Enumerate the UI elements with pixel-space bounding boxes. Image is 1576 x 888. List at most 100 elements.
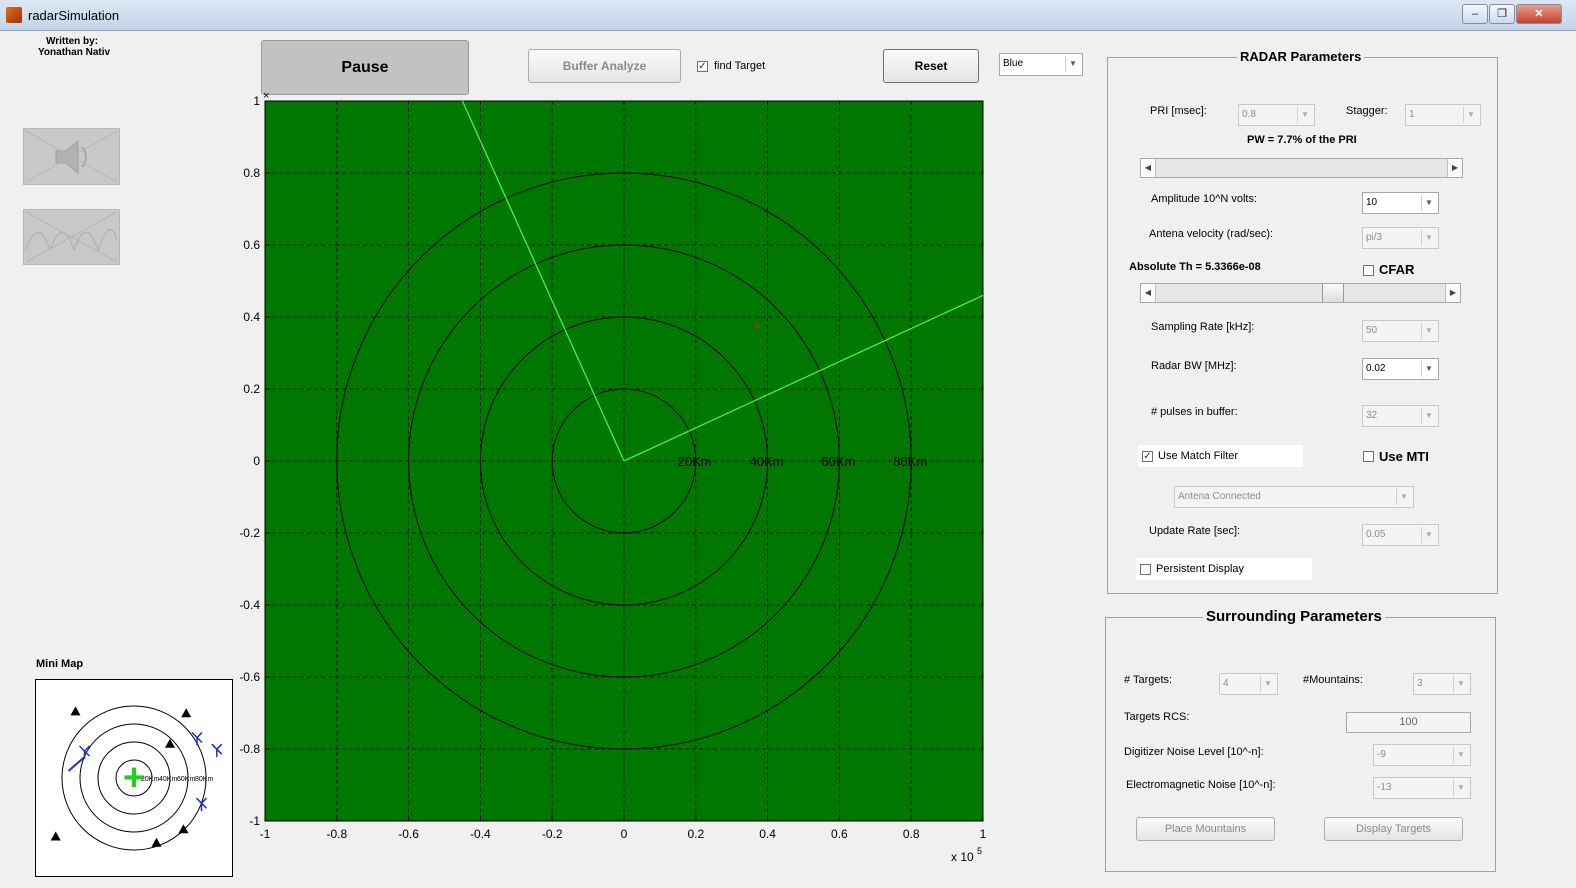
antenna-mode-select[interactable]: Antena Connected ▼ bbox=[1174, 486, 1414, 508]
y-tick-label: 0.4 bbox=[243, 310, 260, 324]
check-mark-icon: ✓ bbox=[698, 61, 707, 72]
chevron-down-icon: ▼ bbox=[1421, 361, 1436, 377]
close-button[interactable]: ✕ bbox=[1516, 4, 1562, 24]
cfar-label: CFAR bbox=[1379, 262, 1415, 277]
x-multiplier-label: x 10 bbox=[951, 850, 974, 864]
y-tick-label: -1 bbox=[249, 814, 260, 828]
slider-right-arrow-icon[interactable]: ▶ bbox=[1447, 159, 1462, 177]
pw-slider[interactable]: ◀ ▶ bbox=[1140, 158, 1463, 178]
x-tick-label: -0.2 bbox=[542, 827, 563, 841]
check-mark-icon: ✓ bbox=[1143, 451, 1152, 462]
signal-off-icon bbox=[25, 211, 118, 263]
y-tick-label: 1 bbox=[253, 94, 260, 108]
mountains-count-label: #Mountains: bbox=[1303, 674, 1363, 686]
update-rate-label: Update Rate [sec]: bbox=[1149, 525, 1241, 537]
x-tick-label: 0 bbox=[621, 827, 628, 841]
antenna-velocity-select[interactable]: pi/3 ▼ bbox=[1362, 227, 1439, 249]
pri-select[interactable]: 0.8 ▼ bbox=[1238, 104, 1315, 126]
slider-left-arrow-icon[interactable]: ◀ bbox=[1141, 159, 1156, 177]
antenna-velocity-label: Antena velocity (rad/sec): bbox=[1149, 228, 1274, 240]
mountains-count-select[interactable]: 3 ▼ bbox=[1413, 673, 1471, 695]
targets-count-select[interactable]: 4 ▼ bbox=[1219, 673, 1278, 695]
absolute-threshold-text: Absolute Th = 5.3366e-08 bbox=[1129, 261, 1261, 273]
find-target-checkbox[interactable]: ✓ bbox=[697, 61, 708, 72]
threshold-slider-thumb[interactable] bbox=[1321, 284, 1344, 302]
y-tick-label: -0.4 bbox=[239, 598, 260, 612]
y-tick-label: -0.8 bbox=[239, 742, 260, 756]
x-tick-label: 0.4 bbox=[759, 827, 776, 841]
range-ring-label: 40Km bbox=[750, 454, 784, 469]
radar-plot[interactable]: 20Km 40Km 60Km 80Km * × -1 -0.8 -0.6 -0.4 -0.2 0 0.2… bbox=[208, 91, 998, 873]
chevron-down-icon: ▼ bbox=[1453, 780, 1468, 796]
range-ring-label: 60Km bbox=[821, 454, 855, 469]
mti-label: Use MTI bbox=[1379, 449, 1429, 464]
target-marker: * bbox=[755, 321, 760, 335]
match-filter-checkbox[interactable]: ✓ bbox=[1142, 451, 1153, 462]
amplitude-label: Amplitude 10^N volts: bbox=[1151, 193, 1258, 205]
window-titlebar: radarSimulation – ❐ ✕ bbox=[0, 0, 1576, 31]
em-noise-select-value: -13 bbox=[1377, 782, 1392, 793]
y-tick-label: -0.6 bbox=[239, 670, 260, 684]
pulses-in-buffer-select-value: 32 bbox=[1366, 410, 1378, 421]
color-select[interactable]: Blue ▼ bbox=[999, 53, 1083, 76]
color-select-value: Blue bbox=[1003, 58, 1024, 69]
em-noise-select[interactable]: -13 ▼ bbox=[1373, 777, 1471, 799]
radar-bw-select-value: 0.02 bbox=[1366, 363, 1386, 374]
pulses-in-buffer-select[interactable]: 32 ▼ bbox=[1362, 405, 1439, 427]
x-tick-label: 0.2 bbox=[687, 827, 704, 841]
slider-right-arrow-icon[interactable]: ▶ bbox=[1445, 284, 1460, 302]
threshold-slider[interactable]: ◀ ▶ bbox=[1140, 283, 1461, 303]
x-tick-label: -0.8 bbox=[326, 827, 347, 841]
y-tick-label: 0.6 bbox=[243, 238, 260, 252]
reset-button[interactable]: Reset bbox=[883, 49, 979, 83]
chevron-down-icon: ▼ bbox=[1065, 56, 1080, 72]
signal-toggle-button[interactable] bbox=[23, 209, 120, 265]
amplitude-select[interactable]: 10 ▼ bbox=[1362, 192, 1439, 214]
x-tick-label: 0.6 bbox=[831, 827, 848, 841]
pri-select-value: 0.8 bbox=[1242, 109, 1256, 120]
minimize-button[interactable]: – bbox=[1462, 4, 1488, 24]
minimap-title: Mini Map bbox=[36, 658, 84, 670]
chevron-down-icon: ▼ bbox=[1421, 230, 1436, 246]
surrounding-parameters-title: Surrounding Parameters bbox=[1203, 608, 1385, 625]
digitizer-noise-label: Digitizer Noise Level [10^-n]: bbox=[1124, 746, 1264, 758]
mti-checkbox[interactable] bbox=[1363, 451, 1374, 462]
antenna-mode-select-value: Antena Connected bbox=[1178, 491, 1261, 502]
stagger-select[interactable]: 1 ▼ bbox=[1405, 104, 1481, 126]
mountains-count-select-value: 3 bbox=[1417, 678, 1423, 689]
radar-bw-select[interactable]: 0.02 ▼ bbox=[1362, 358, 1439, 380]
radar-parameters-title: RADAR Parameters bbox=[1237, 49, 1365, 64]
buffer-analyze-button[interactable]: Buffer Analyze bbox=[528, 49, 681, 83]
window-title: radarSimulation bbox=[28, 8, 120, 23]
minimap[interactable]: 20Km 40Km 60Km 80Km+ bbox=[35, 679, 233, 877]
update-rate-select-value: 0.05 bbox=[1366, 529, 1386, 540]
y-tick-label: 0.2 bbox=[243, 382, 260, 396]
persistent-display-checkbox[interactable] bbox=[1140, 564, 1151, 575]
author-label: Written by: bbox=[46, 36, 99, 47]
pw-text: PW = 7.7% of the PRI bbox=[1247, 134, 1357, 146]
sampling-rate-select-value: 50 bbox=[1366, 325, 1378, 336]
chevron-down-icon: ▼ bbox=[1421, 408, 1436, 424]
minimap-ring-label: 40Km bbox=[159, 776, 177, 783]
digitizer-noise-select[interactable]: -9 ▼ bbox=[1373, 744, 1471, 766]
targets-rcs-input[interactable]: 100 bbox=[1346, 712, 1471, 733]
cfar-checkbox[interactable] bbox=[1363, 265, 1374, 276]
radar-center-marker: + bbox=[123, 757, 145, 799]
matlab-app-icon bbox=[6, 7, 22, 23]
restore-button[interactable]: ❐ bbox=[1489, 4, 1515, 24]
x-multiplier-exponent: 5 bbox=[977, 846, 982, 856]
pause-button[interactable]: Pause bbox=[261, 40, 469, 95]
speaker-muted-icon bbox=[25, 130, 118, 183]
x-tick-label: -0.6 bbox=[398, 827, 419, 841]
chevron-down-icon: ▼ bbox=[1421, 195, 1436, 211]
pri-label: PRI [msec]: bbox=[1150, 105, 1207, 117]
sampling-rate-select[interactable]: 50 ▼ bbox=[1362, 320, 1439, 342]
update-rate-select[interactable]: 0.05 ▼ bbox=[1362, 524, 1439, 546]
x-tick-label: -0.4 bbox=[470, 827, 491, 841]
chevron-down-icon: ▼ bbox=[1396, 489, 1411, 505]
display-targets-button[interactable]: Display Targets bbox=[1324, 817, 1463, 841]
slider-left-arrow-icon[interactable]: ◀ bbox=[1141, 284, 1156, 302]
radar-bw-label: Radar BW [MHz]: bbox=[1151, 360, 1237, 372]
sound-toggle-button[interactable] bbox=[23, 128, 120, 185]
place-mountains-button[interactable]: Place Mountains bbox=[1136, 817, 1275, 841]
